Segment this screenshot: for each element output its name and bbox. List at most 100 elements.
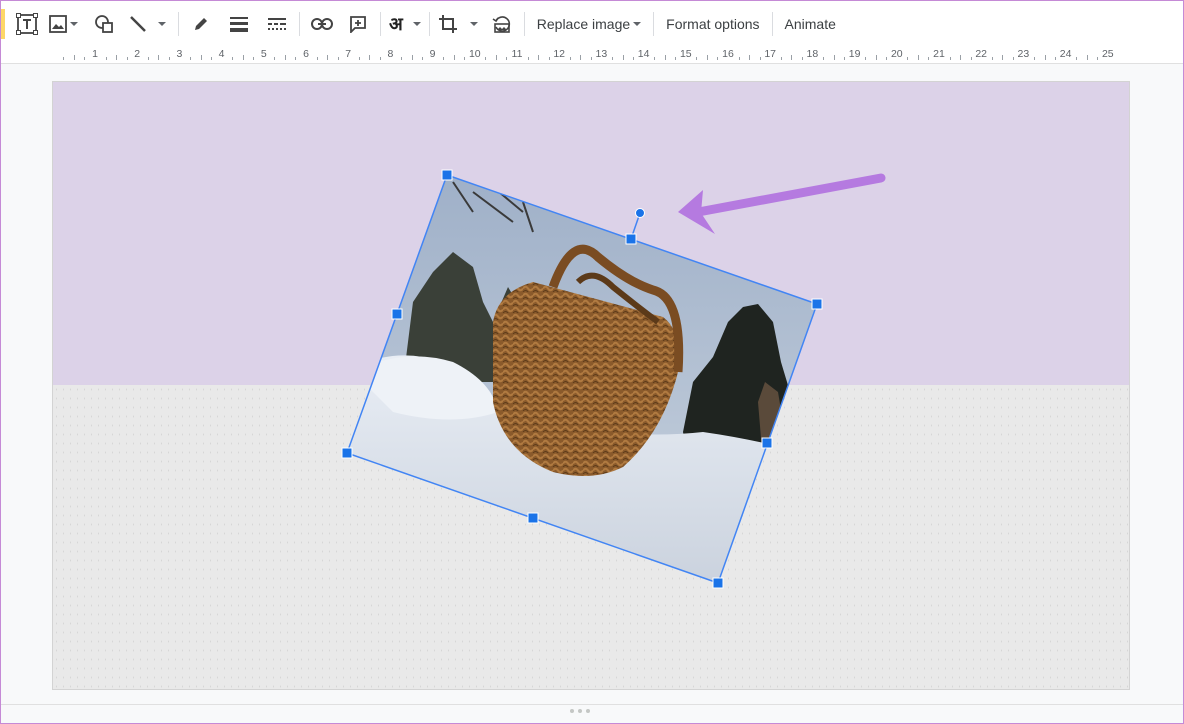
ruler-label: 7 [345, 48, 352, 60]
comment-icon[interactable] [344, 9, 372, 39]
ruler-tick [73, 55, 75, 60]
ruler-tick [970, 57, 972, 60]
line-icon[interactable] [128, 9, 166, 39]
ruler-label: 1 [92, 48, 98, 60]
ruler-tick [337, 57, 339, 60]
ruler-tick [801, 57, 803, 60]
ruler-tick [242, 55, 244, 60]
format-options-button[interactable]: Format options [660, 9, 765, 39]
crop-icon[interactable] [438, 9, 478, 39]
ruler-tick [706, 55, 708, 60]
ruler-label: 6 [303, 48, 309, 60]
resize-handle-bottom[interactable] [527, 512, 539, 524]
ruler-tick [960, 55, 962, 60]
ruler-tick [949, 57, 951, 60]
input-tools-icon[interactable]: अ [389, 9, 421, 39]
pen-icon[interactable] [187, 9, 215, 39]
ruler-label: 20 [890, 48, 903, 60]
slide-canvas[interactable] [52, 81, 1130, 690]
ruler-tick [253, 57, 255, 60]
ruler-label: 23 [1017, 48, 1030, 60]
image-icon[interactable] [49, 9, 78, 39]
ruler-tick [664, 55, 666, 60]
ruler-label: 16 [722, 48, 734, 60]
ruler-label: 24 [1059, 48, 1072, 60]
format-options-label: Format options [666, 16, 760, 32]
ruler-label: 2 [134, 48, 141, 60]
ruler-tick [696, 57, 698, 60]
crop-dropdown-caret[interactable] [469, 22, 478, 26]
ruler-tick [327, 55, 329, 60]
ruler-tick [780, 57, 782, 60]
input-tools-caret[interactable] [412, 22, 421, 26]
ruler-tick [316, 57, 318, 60]
ruler-tick [189, 57, 191, 60]
toolbar-separator [380, 12, 381, 36]
speaker-notes-divider[interactable] [1, 704, 1183, 723]
replace-image-button[interactable]: Replace image [531, 9, 647, 39]
ruler-tick [379, 57, 381, 60]
ruler-tick [991, 57, 993, 60]
ruler-tick [791, 55, 793, 60]
ruler-tick [548, 57, 550, 60]
ruler-tick [822, 57, 824, 60]
rotated-photo[interactable] [333, 175, 833, 602]
ruler-tick [875, 55, 877, 60]
ruler-tick [495, 55, 497, 60]
replace-image-label: Replace image [536, 16, 631, 32]
ruler-tick [400, 57, 402, 60]
ruler-label: 19 [848, 48, 861, 60]
ruler-label: 14 [637, 48, 650, 60]
shape-icon[interactable] [90, 9, 118, 39]
ruler-label: 18 [806, 48, 819, 60]
ruler-tick [844, 57, 846, 60]
ruler-tick [580, 55, 582, 60]
link-icon[interactable] [308, 9, 336, 39]
resize-handle-left[interactable] [391, 308, 403, 320]
ruler-tick [738, 57, 740, 60]
reset-image-icon[interactable] [488, 9, 516, 39]
ruler-tick [358, 57, 360, 60]
ruler-label: 4 [218, 48, 225, 60]
resize-handle-top[interactable] [625, 233, 637, 245]
resize-handle-bottom-right[interactable] [712, 577, 724, 589]
ruler-tick [717, 57, 719, 60]
ruler-tick [200, 55, 202, 60]
ruler-tick [1086, 55, 1088, 60]
ruler-tick [369, 55, 371, 60]
ruler-tick [569, 57, 571, 60]
ruler-tick [84, 57, 86, 60]
ruler-label: 25 [1101, 48, 1114, 60]
ruler-tick [485, 57, 487, 60]
ruler-tick [928, 57, 930, 60]
rotate-handle[interactable] [635, 208, 645, 218]
ruler-label: 5 [260, 48, 267, 60]
toolbar-accent [1, 9, 5, 39]
horizontal-ruler[interactable]: 1 2 3 4 5 6 7 8 9 10 11 12 13 14 15 16 17 18 19 20 21 22 23 24 2… [1, 47, 1183, 64]
ruler-tick [422, 57, 424, 60]
line-dropdown-caret[interactable] [158, 22, 166, 26]
resize-handle-top-right[interactable] [811, 298, 823, 310]
resize-handle-top-left[interactable] [441, 169, 453, 181]
toolbar-separator [428, 12, 430, 36]
ruler-tick [886, 57, 888, 60]
resize-handle-bottom-left[interactable] [341, 447, 353, 459]
ruler-tick [63, 57, 65, 60]
ruler-tick [590, 57, 592, 60]
resize-handle-right[interactable] [761, 437, 773, 449]
slide-overlay [333, 169, 886, 602]
border-weight-icon[interactable] [225, 9, 253, 39]
text-box-icon[interactable] [13, 9, 41, 39]
ruler-label: 10 [468, 48, 481, 60]
ruler-tick [1002, 55, 1004, 60]
ruler-tick [917, 55, 919, 60]
image-dropdown-caret[interactable] [70, 22, 78, 26]
toolbar-separator [771, 12, 773, 36]
animate-button[interactable]: Animate [779, 9, 842, 39]
drag-handle-icon[interactable] [570, 709, 590, 713]
ruler-label: 15 [679, 48, 692, 60]
ruler-tick [527, 57, 529, 60]
border-dash-icon[interactable] [263, 9, 291, 39]
ruler-tick [411, 55, 413, 60]
ruler-tick [907, 57, 909, 60]
